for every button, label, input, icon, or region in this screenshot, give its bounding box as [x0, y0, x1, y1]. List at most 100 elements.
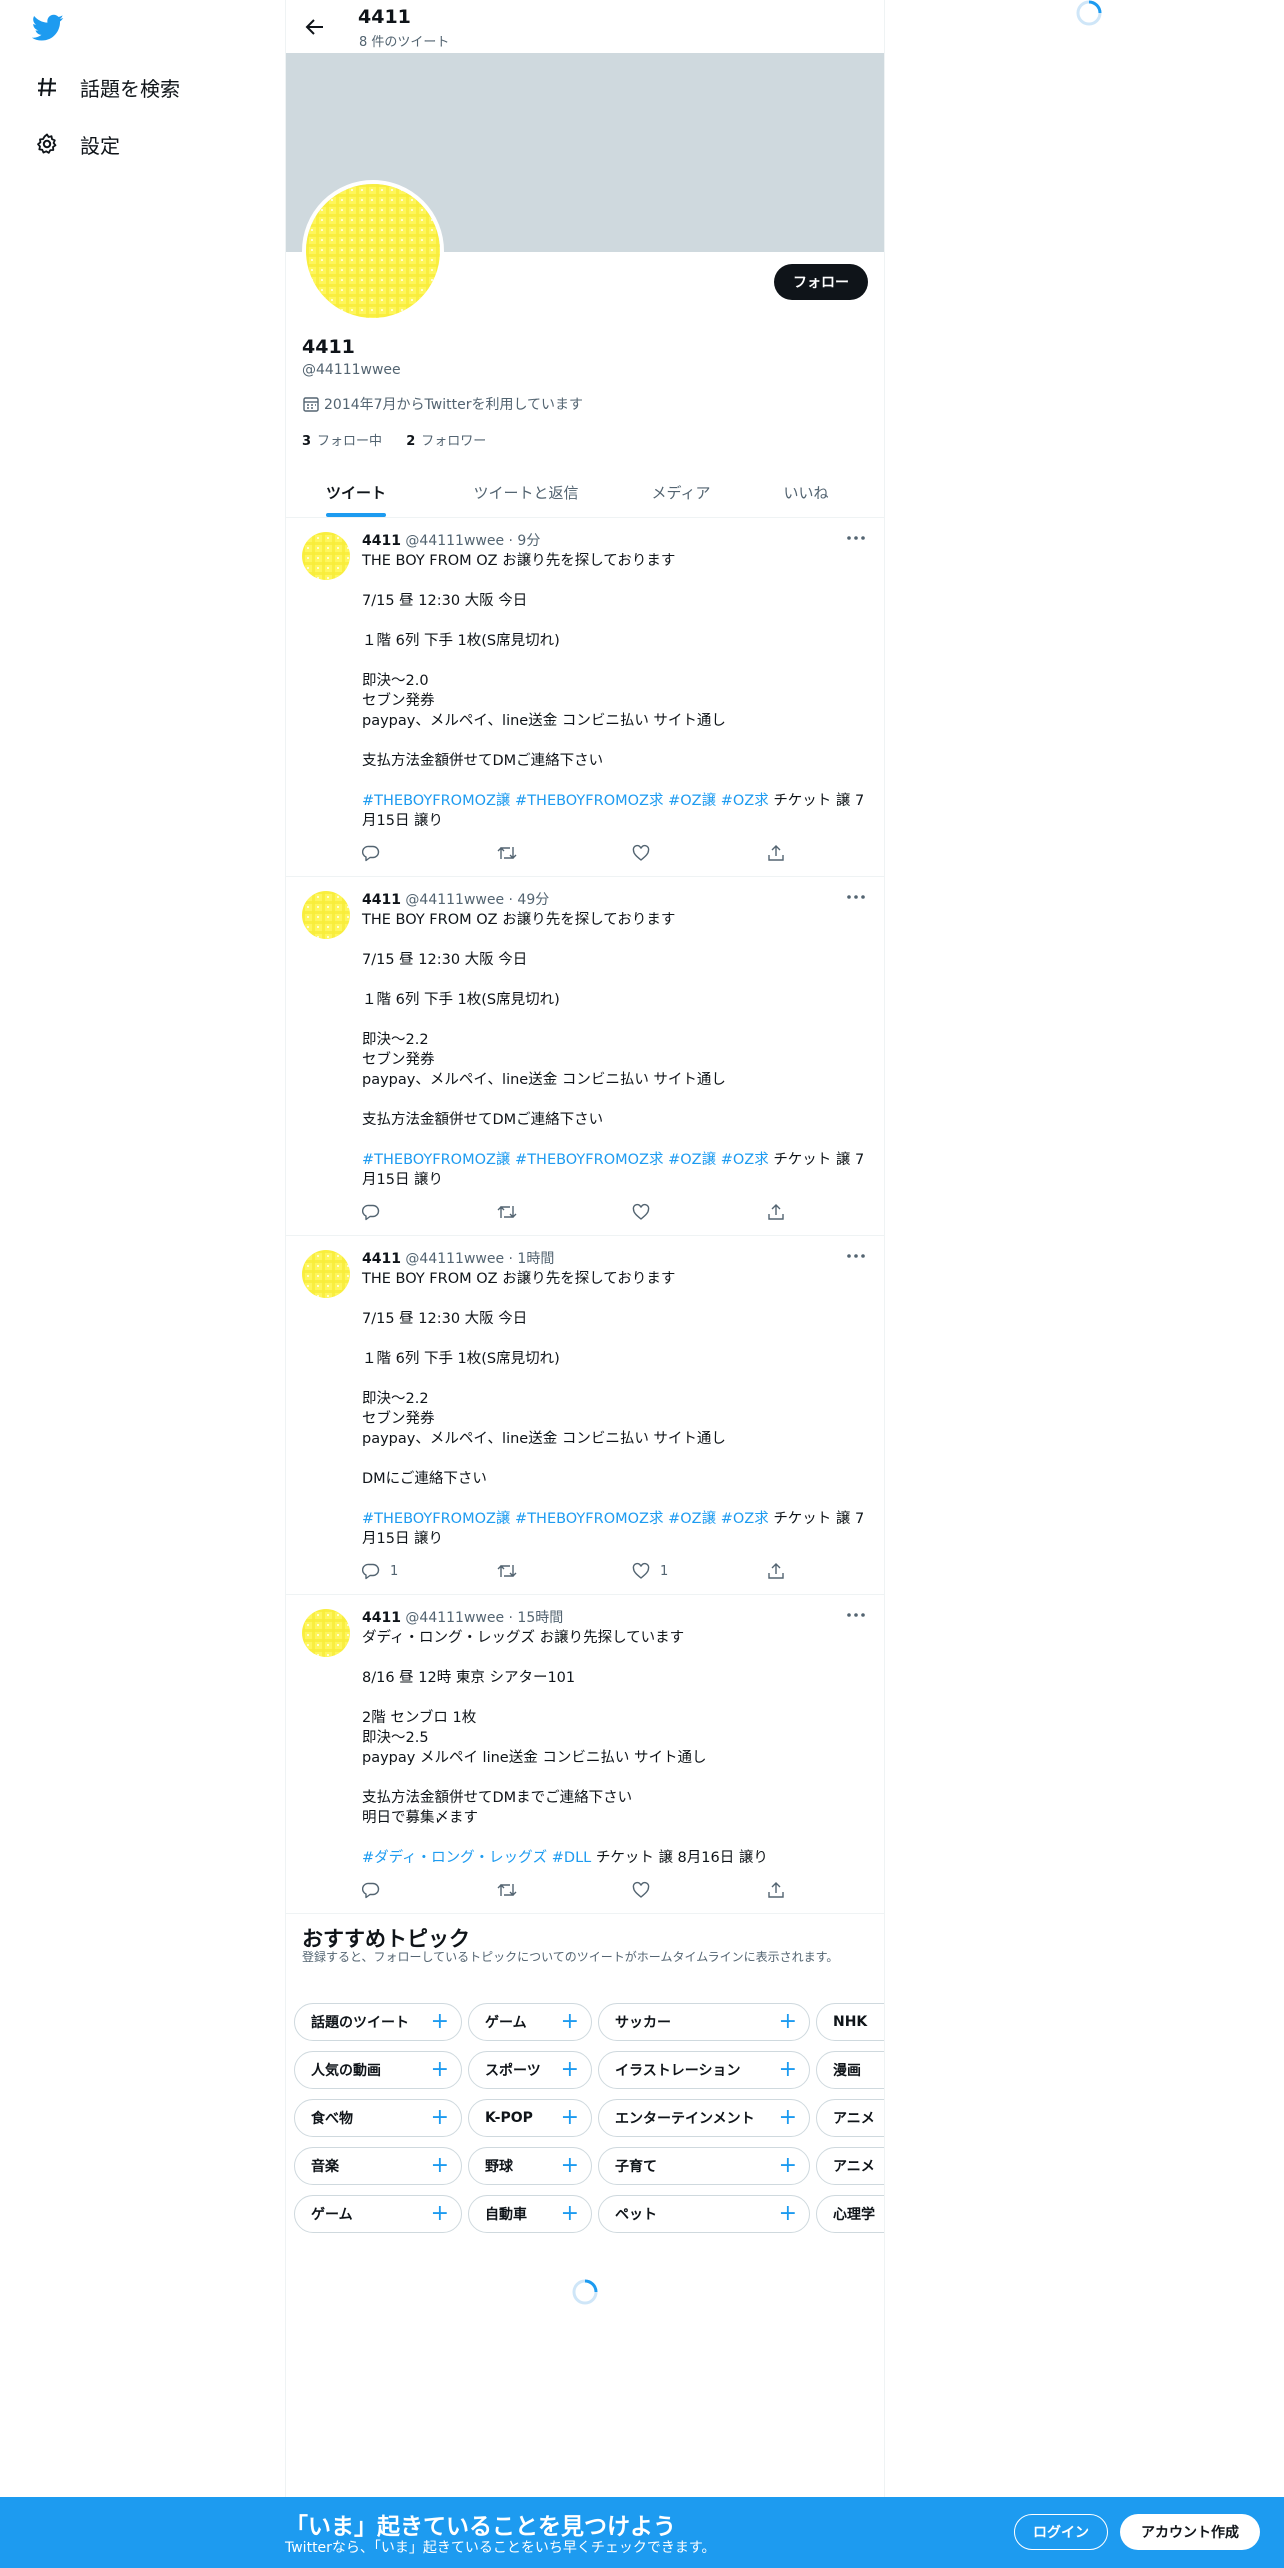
tweet-author-name[interactable]: 4411: [362, 533, 401, 549]
twitter-logo-icon[interactable]: [31, 14, 64, 42]
like-count: 1: [660, 1563, 669, 1579]
tweet-line: 即決～2.0: [362, 673, 429, 689]
tweet-text: ダディ・ロング・レッグズ お譲り先探しています 8/16 昼 12時 東京 シア…: [362, 1628, 868, 1868]
tab-likes[interactable]: いいね: [746, 466, 866, 518]
topic-chip[interactable]: アニメ: [816, 2147, 884, 2185]
like-button[interactable]: [632, 844, 660, 862]
more-options-icon[interactable]: [844, 1244, 868, 1268]
topic-chip[interactable]: エンターテインメント +: [598, 2099, 810, 2137]
topic-chip[interactable]: 子育て +: [598, 2147, 810, 2185]
followers-count: 2: [406, 434, 416, 449]
hashtag-link[interactable]: #OZ譲: [668, 1511, 716, 1527]
tweet-avatar[interactable]: [302, 1250, 350, 1298]
tweet[interactable]: 4411 @44111wwee · 1時間 THE BOY FROM OZ お譲…: [286, 1236, 884, 1595]
topic-chip[interactable]: 話題のツイート +: [294, 2003, 462, 2041]
topic-chip[interactable]: 人気の動画 +: [294, 2051, 462, 2089]
tweet-line: セブン発券: [362, 1052, 435, 1068]
hashtag-link[interactable]: #OZ求: [721, 1511, 769, 1527]
topic-chip[interactable]: ゲーム +: [468, 2003, 592, 2041]
follow-button[interactable]: フォロー: [774, 264, 868, 300]
more-options-icon[interactable]: [844, 885, 868, 909]
profile-tabs: ツイート ツイートと返信 メディア いいね: [286, 466, 884, 518]
tweet-author-name[interactable]: 4411: [362, 1251, 401, 1267]
topic-chip[interactable]: イラストレーション +: [598, 2051, 810, 2089]
topic-chip[interactable]: NHK: [816, 2003, 884, 2041]
hashtag-link[interactable]: #OZ求: [721, 793, 769, 809]
tweet[interactable]: 4411 @44111wwee · 9分 THE BOY FROM OZ お譲り…: [286, 518, 884, 877]
hashtag-link[interactable]: #OZ譲: [668, 793, 716, 809]
topic-chip[interactable]: ゲーム +: [294, 2195, 462, 2233]
following-link[interactable]: 3 フォロー中: [302, 434, 382, 449]
plus-icon: +: [560, 2057, 579, 2082]
followers-link[interactable]: 2 フォロワー: [406, 434, 486, 449]
reply-button[interactable]: [362, 844, 390, 862]
tweet-tail: 月15日 譲り: [362, 1531, 444, 1547]
share-button[interactable]: [767, 1203, 785, 1221]
topic-chip[interactable]: K-POP +: [468, 2099, 592, 2137]
hashtag-link[interactable]: #THEBOYFROMOZ求: [515, 1511, 663, 1527]
topic-chip-label: 心理学: [833, 2207, 875, 2223]
like-button[interactable]: [632, 1203, 660, 1221]
retweet-button[interactable]: [497, 1562, 517, 1580]
tweet-avatar[interactable]: [302, 1609, 350, 1657]
hashtag-link[interactable]: #ダディ・ロング・レッグズ: [362, 1850, 547, 1866]
tweet-author-name[interactable]: 4411: [362, 892, 401, 908]
tab-tweets-and-replies[interactable]: ツイートと返信: [441, 466, 611, 518]
tab-media[interactable]: メディア: [626, 466, 736, 518]
topic-chip[interactable]: スポーツ +: [468, 2051, 592, 2089]
topic-chip[interactable]: アニメ: [816, 2099, 884, 2137]
nav-explore[interactable]: 話題を検索: [32, 67, 180, 107]
tweet[interactable]: 4411 @44111wwee · 49分 THE BOY FROM OZ お譲…: [286, 877, 884, 1236]
tweet-avatar[interactable]: [302, 891, 350, 939]
retweet-button[interactable]: [497, 1203, 517, 1221]
hashtag-link[interactable]: #THEBOYFROMOZ譲: [362, 1152, 510, 1168]
hashtag-link[interactable]: #THEBOYFROMOZ求: [515, 793, 663, 809]
tab-tweets[interactable]: ツイート: [286, 466, 426, 518]
hashtag-link[interactable]: #THEBOYFROMOZ譲: [362, 793, 510, 809]
followers-label: フォロワー: [421, 434, 487, 449]
topic-chip-label: ゲーム: [485, 2015, 527, 2031]
login-button[interactable]: ログイン: [1014, 2514, 1108, 2550]
tweet-author-name[interactable]: 4411: [362, 1610, 401, 1626]
like-button[interactable]: [632, 1881, 660, 1899]
topic-chip[interactable]: 野球 +: [468, 2147, 592, 2185]
signup-button[interactable]: アカウント作成: [1120, 2514, 1260, 2550]
topic-chip-label: ゲーム: [311, 2207, 353, 2223]
share-button[interactable]: [767, 844, 785, 862]
tweet-avatar[interactable]: [302, 532, 350, 580]
topic-chip[interactable]: 心理学: [816, 2195, 884, 2233]
hashtag-link[interactable]: #OZ求: [721, 1152, 769, 1168]
hashtag-link[interactable]: #OZ譲: [668, 1152, 716, 1168]
nav-settings[interactable]: 設定: [32, 124, 120, 164]
retweet-button[interactable]: [497, 844, 517, 862]
profile-handle: @44111wwee: [302, 362, 401, 378]
reply-button[interactable]: [362, 1203, 390, 1221]
more-options-icon[interactable]: [844, 526, 868, 550]
retweet-icon: [497, 1565, 517, 1577]
hashtag-link[interactable]: #THEBOYFROMOZ譲: [362, 1511, 510, 1527]
topic-chip[interactable]: 食べ物 +: [294, 2099, 462, 2137]
retweet-button[interactable]: [497, 1881, 517, 1899]
like-button[interactable]: 1: [632, 1562, 668, 1580]
share-button[interactable]: [767, 1881, 785, 1899]
topic-chip[interactable]: 音楽 +: [294, 2147, 462, 2185]
hashtag-link[interactable]: #THEBOYFROMOZ求: [515, 1152, 663, 1168]
topic-chip[interactable]: ペット +: [598, 2195, 810, 2233]
loading-spinner-icon: [572, 2279, 598, 2305]
more-options-icon[interactable]: [844, 1603, 868, 1627]
topic-chip[interactable]: 漫画: [816, 2051, 884, 2089]
back-arrow-icon[interactable]: [300, 12, 330, 42]
tweet[interactable]: 4411 @44111wwee · 15時間 ダディ・ロング・レッグズ お譲り先…: [286, 1595, 884, 1914]
tweet-line: 支払方法金額併せてDMまでご連絡下さい: [362, 1790, 633, 1806]
tweet-line: 即決～2.2: [362, 1391, 429, 1407]
reply-button[interactable]: [362, 1881, 390, 1899]
topic-chip[interactable]: 自動車 +: [468, 2195, 592, 2233]
tweet-line: THE BOY FROM OZ お譲り先を探しております: [362, 553, 676, 569]
tweet-line: ダディ・ロング・レッグズ お譲り先探しています: [362, 1630, 685, 1646]
share-button[interactable]: [767, 1562, 785, 1580]
topic-chip-label: 食べ物: [311, 2111, 353, 2127]
topic-chip[interactable]: サッカー +: [598, 2003, 810, 2041]
profile-avatar[interactable]: [302, 180, 444, 322]
hashtag-link[interactable]: #DLL: [552, 1850, 591, 1866]
reply-button[interactable]: 1: [362, 1562, 398, 1580]
